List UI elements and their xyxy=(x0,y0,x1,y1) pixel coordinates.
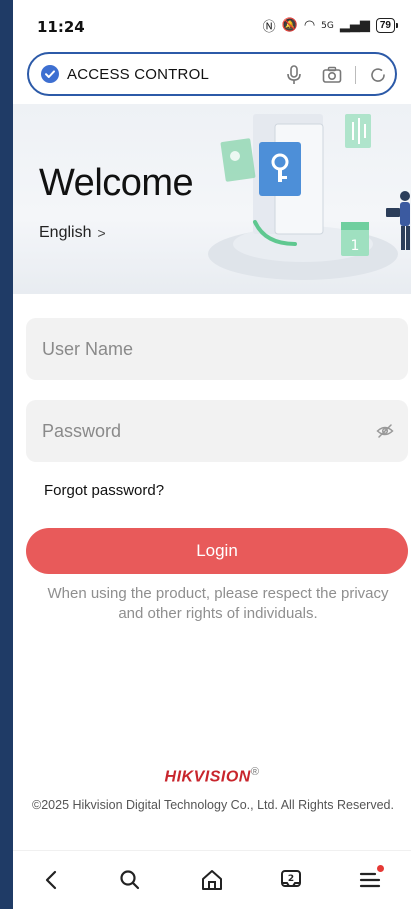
mute-icon: 🔕 xyxy=(281,18,298,33)
address-divider xyxy=(355,66,356,84)
language-selector[interactable]: English > xyxy=(39,224,106,242)
welcome-heading: Welcome xyxy=(39,162,194,204)
battery-icon: 79 xyxy=(375,18,399,33)
home-icon[interactable] xyxy=(199,867,225,893)
copyright-text: ©2025 Hikvision Digital Technology Co., … xyxy=(32,798,394,812)
network-label: 5G xyxy=(321,20,334,31)
svg-text:1: 1 xyxy=(351,238,360,254)
password-field-container[interactable] xyxy=(26,400,408,462)
hero-banner: 1 Welcome English > xyxy=(13,104,411,294)
eye-off-icon[interactable] xyxy=(376,422,394,440)
login-button[interactable]: Login xyxy=(26,528,408,574)
back-icon[interactable] xyxy=(39,867,65,893)
chevron-right-icon: > xyxy=(97,225,106,241)
language-label: English xyxy=(39,224,92,241)
camera-icon[interactable] xyxy=(322,66,342,84)
brand-logo: HIKVISION® xyxy=(13,766,411,786)
password-input[interactable] xyxy=(42,400,362,462)
search-icon[interactable] xyxy=(117,867,143,893)
wifi-icon: ◠ xyxy=(303,18,316,33)
app-frame: 11:24 Ⓝ 🔕 ◠ 5G ▂▄▆ 79 ACCESS CONTROL 1 W… xyxy=(13,0,411,909)
address-bar[interactable]: ACCESS CONTROL xyxy=(27,52,397,96)
status-icons: Ⓝ 🔕 ◠ 5G ▂▄▆ 79 xyxy=(262,16,399,35)
bottom-navigation: 2 xyxy=(13,850,411,909)
privacy-notice: When using the product, please respect t… xyxy=(47,585,389,622)
username-input[interactable] xyxy=(42,318,362,380)
access-illustration-icon: 1 xyxy=(208,114,410,280)
microphone-icon[interactable] xyxy=(285,64,303,86)
page-title[interactable]: ACCESS CONTROL xyxy=(67,66,209,83)
status-bar: 11:24 Ⓝ 🔕 ◠ 5G ▂▄▆ 79 xyxy=(13,0,411,46)
tabs-count: 2 xyxy=(288,874,294,884)
refresh-icon[interactable] xyxy=(369,66,387,84)
notification-dot xyxy=(377,865,384,872)
brand-mark: ® xyxy=(250,766,260,778)
shield-icon xyxy=(41,65,59,83)
username-field-container[interactable] xyxy=(26,318,408,380)
tabs-icon[interactable]: 2 xyxy=(278,867,304,893)
brand-name: HIKVISION xyxy=(164,768,251,786)
signal-icon: ▂▄▆ xyxy=(339,18,370,33)
status-time: 11:24 xyxy=(37,18,85,36)
forgot-password-link[interactable]: Forgot password? xyxy=(44,482,164,499)
nfc-icon: Ⓝ xyxy=(262,20,276,35)
